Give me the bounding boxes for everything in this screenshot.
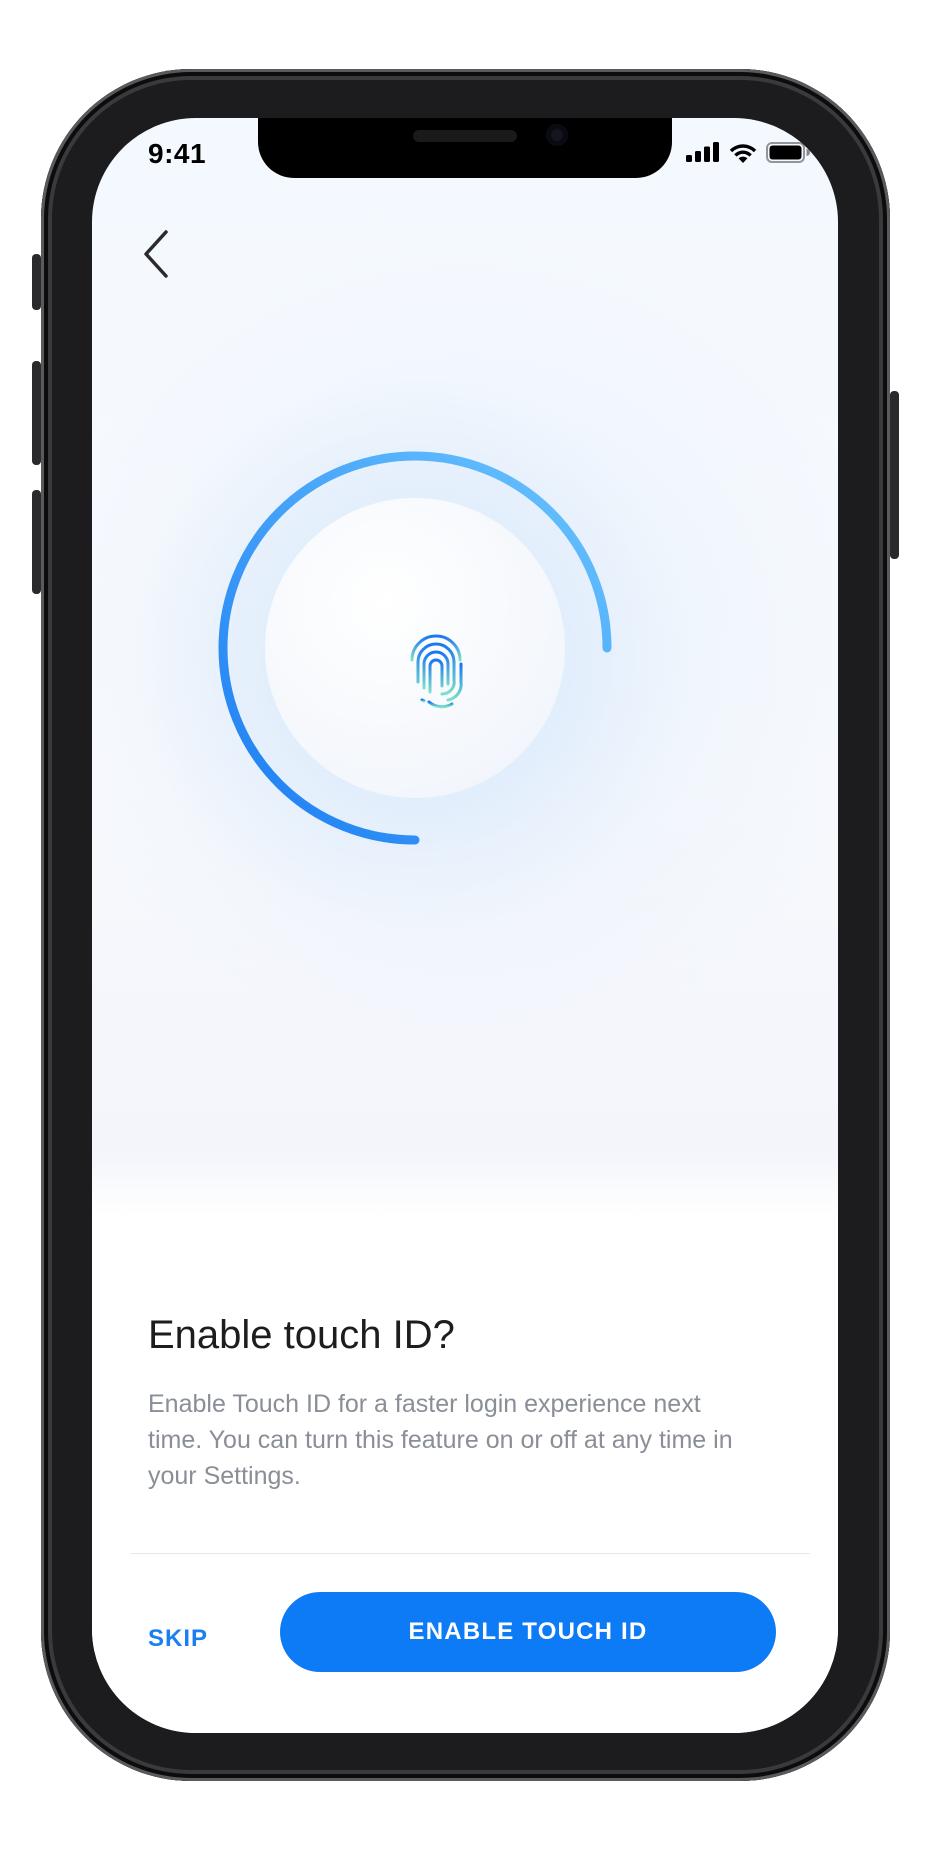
status-icons xyxy=(686,140,810,164)
status-time: 9:41 xyxy=(148,138,207,169)
divider xyxy=(130,1553,810,1554)
volume-up-button xyxy=(32,361,41,465)
wifi-icon xyxy=(729,143,757,163)
chevron-left-icon xyxy=(144,230,168,278)
front-camera xyxy=(546,124,568,146)
notch xyxy=(258,118,672,178)
volume-down-button xyxy=(32,490,41,594)
speaker xyxy=(413,130,517,142)
mute-switch xyxy=(32,254,41,310)
skip-button[interactable]: SKIP xyxy=(148,1625,208,1653)
fingerprint-icon xyxy=(409,634,463,709)
dialog-title: Enable touch ID? xyxy=(148,1313,455,1357)
phone-screen: 9:41 Enable touch ID? Enable Touch ID fo… xyxy=(92,118,838,1733)
battery-icon xyxy=(766,141,810,163)
cellular-signal-icon xyxy=(686,142,719,162)
enable-touch-id-button[interactable]: ENABLE TOUCH ID xyxy=(280,1592,776,1672)
back-button[interactable] xyxy=(136,224,184,284)
power-button xyxy=(890,391,899,559)
dialog-description: Enable Touch ID for a faster login exper… xyxy=(148,1390,733,1490)
